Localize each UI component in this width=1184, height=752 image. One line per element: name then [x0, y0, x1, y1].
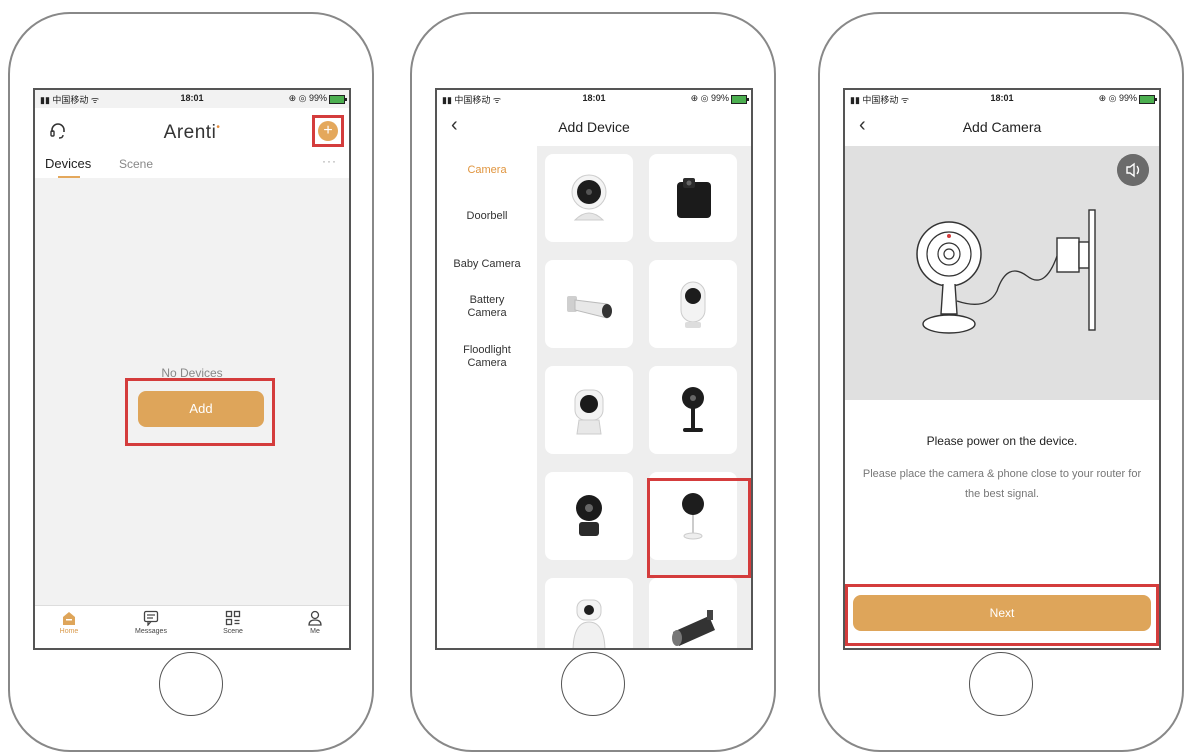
phone-home-button	[159, 652, 223, 716]
device-card[interactable]	[649, 366, 737, 454]
user-icon	[308, 610, 322, 626]
pan-camera-icon	[576, 495, 602, 536]
device-card[interactable]	[649, 578, 737, 648]
phone-frame-add-device: ▮▮ 中国移动 ᯤ 18:01 ⊕ ◎ 99% ‹ Add Device Cam…	[410, 12, 776, 752]
status-battery-text: ⊕ ◎ 99%	[690, 93, 729, 103]
device-card[interactable]	[545, 578, 633, 648]
indoor-camera-icon	[574, 389, 604, 435]
device-card[interactable]	[545, 260, 633, 348]
device-card[interactable]	[649, 154, 737, 242]
status-bar: ▮▮ 中国移动 ᯤ 18:01 ⊕ ◎ 99%	[437, 93, 751, 107]
category-floodlight-camera[interactable]: Floodlight Camera	[457, 344, 517, 370]
highlight-next-button	[845, 584, 1159, 646]
app-logo-title: Arenti•	[35, 122, 349, 144]
scene-grid-icon	[225, 610, 241, 626]
mini-camera-icon	[680, 281, 706, 328]
device-card[interactable]	[649, 260, 737, 348]
phone-frame-home: ▮▮ 中国移动 ᯤ 18:01 ⊕ ◎ 99% Arenti• + Device…	[8, 12, 374, 752]
battery-icon	[329, 95, 347, 104]
tabbar-item-me[interactable]: Me	[285, 610, 345, 635]
home-screen: ▮▮ 中国移动 ᯤ 18:01 ⊕ ◎ 99% Arenti• + Device…	[33, 88, 351, 650]
device-card[interactable]	[545, 366, 633, 454]
tabbar-item-scene[interactable]: Scene	[203, 610, 263, 635]
category-list: Camera Doorbell Baby Camera Battery Came…	[437, 146, 537, 648]
home-tabs: Devices Scene ···	[35, 154, 349, 178]
device-card[interactable]	[545, 472, 633, 560]
dome-camera-icon	[571, 174, 607, 221]
message-icon	[143, 610, 159, 626]
tabbar-item-messages[interactable]: Messages	[121, 610, 181, 635]
category-doorbell[interactable]: Doorbell	[437, 210, 537, 223]
page-title: Add Camera	[962, 119, 1042, 135]
nav-bar: ‹ Add Camera	[845, 108, 1159, 146]
bottom-tab-bar: Home Messages Scene Me	[35, 605, 349, 648]
logo-dot-icon: •	[216, 122, 221, 133]
setup-illustration	[845, 146, 1159, 400]
app-header: Arenti• + Devices Scene ···	[35, 108, 349, 178]
cube-camera-icon	[677, 178, 711, 218]
tab-active-indicator	[58, 176, 80, 178]
stand-camera-icon	[682, 387, 704, 432]
tabbar-label-scene: Scene	[223, 628, 243, 635]
tabbar-label-me: Me	[310, 628, 320, 635]
placement-hint: Please place the camera & phone close to…	[862, 468, 1142, 500]
status-bar: ▮▮ 中国移动 ᯤ 18:01 ⊕ ◎ 99%	[845, 93, 1159, 107]
tab-devices[interactable]: Devices	[45, 156, 91, 171]
highlight-add-button	[125, 378, 275, 446]
category-camera[interactable]: Camera	[437, 164, 537, 177]
status-bar: ▮▮ 中国移动 ᯤ 18:01 ⊕ ◎ 99%	[35, 93, 349, 107]
device-card[interactable]	[545, 154, 633, 242]
battery-icon	[1139, 95, 1157, 104]
bullet-camera-icon	[567, 296, 612, 319]
highlight-selected-device	[647, 478, 751, 578]
tabbar-item-home[interactable]: Home	[39, 610, 99, 635]
phone-frame-add-camera: ▮▮ 中国移动 ᯤ 18:01 ⊕ ◎ 99% ‹ Add Camera Ple…	[818, 12, 1184, 752]
power-instruction: Please power on the device.	[926, 434, 1078, 448]
category-battery-camera[interactable]: Battery Camera	[463, 294, 511, 320]
add-camera-screen: ▮▮ 中国移动 ᯤ 18:01 ⊕ ◎ 99% ‹ Add Camera Ple…	[843, 88, 1161, 650]
more-options-icon[interactable]: ···	[322, 154, 337, 168]
phone-home-button	[561, 652, 625, 716]
nav-bar: ‹ Add Device	[437, 108, 751, 146]
camera-power-drawing	[916, 209, 1096, 334]
tabbar-label-messages: Messages	[135, 628, 167, 635]
page-title: Add Device	[558, 119, 630, 135]
outdoor-bullet-camera-icon	[672, 610, 715, 646]
home-icon	[63, 612, 75, 625]
tabbar-label-home: Home	[59, 628, 79, 635]
ptz-camera-icon	[572, 599, 606, 648]
highlight-add-icon	[312, 115, 344, 147]
phone-home-button	[969, 652, 1033, 716]
category-baby-camera[interactable]: Baby Camera	[437, 258, 537, 271]
status-battery-text: ⊕ ◎ 99%	[288, 93, 327, 103]
tab-scene[interactable]: Scene	[119, 157, 153, 171]
status-battery-text: ⊕ ◎ 99%	[1098, 93, 1137, 103]
add-device-screen: ▮▮ 中国移动 ᯤ 18:01 ⊕ ◎ 99% ‹ Add Device Cam…	[435, 88, 753, 650]
app-title-text: Arenti	[163, 122, 217, 143]
battery-icon	[731, 95, 749, 104]
